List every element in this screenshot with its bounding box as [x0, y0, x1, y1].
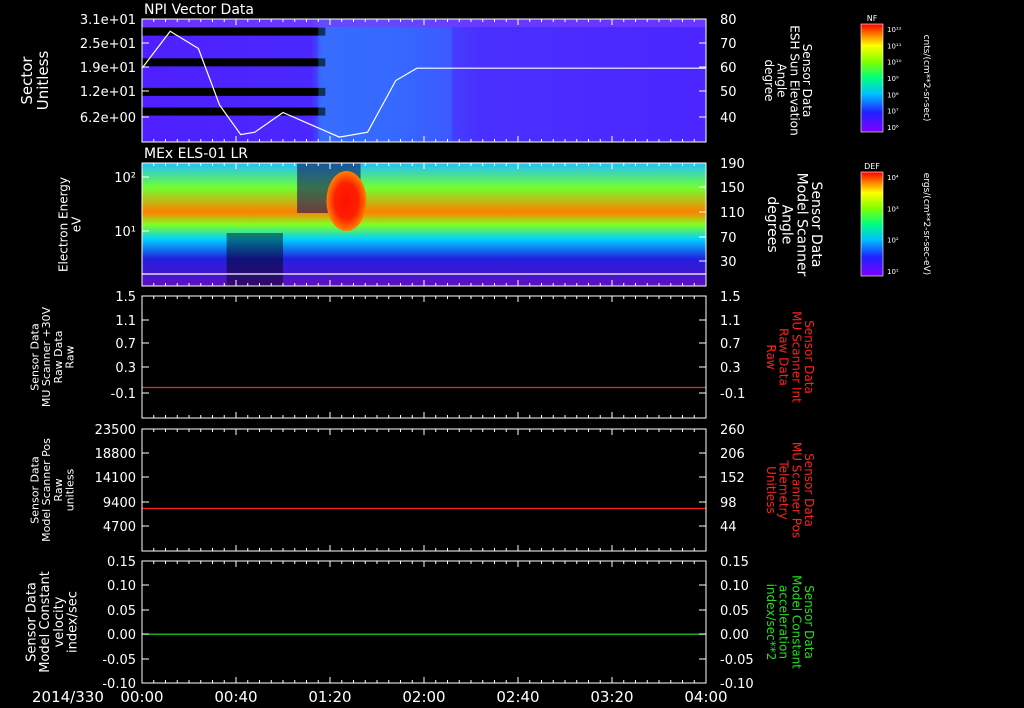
y-tick-label-left: 0.05: [107, 604, 136, 619]
panel-title: MEx ELS-01 LR: [144, 146, 248, 162]
y-tick-label-left: 1.5: [115, 290, 136, 305]
colorbar-tick-label: 10¹⁰: [887, 59, 902, 67]
y-tick-label-right: 260: [720, 423, 745, 438]
y-tick-label-right: 0.7: [720, 337, 741, 352]
heatmap-gap-band: [142, 87, 326, 96]
colorbar-tick-label: 10¹¹: [887, 42, 902, 50]
y-tick-label-left: 3.1e+01: [80, 13, 136, 28]
y-tick-label-left: 9400: [103, 496, 136, 511]
colorbar-label: NF: [867, 14, 878, 23]
y-tick-label-left: 0.3: [115, 361, 136, 376]
y-tick-label-left: 6.2e+00: [80, 111, 136, 126]
colorbar-tick-label: 10⁴: [887, 174, 899, 182]
y-tick-label-right: 110: [720, 206, 745, 221]
y-axis-label-right-line: degree: [762, 59, 776, 101]
panel-frame: [141, 560, 707, 684]
y-tick-label-left: -0.1: [111, 387, 136, 402]
heatmap-gap-band: [142, 107, 326, 116]
y-axis-label-right-line: Raw: [764, 344, 778, 369]
colorbar-tick-label: 10¹²: [887, 26, 902, 34]
y-tick-label-left: 2.5e+01: [80, 37, 136, 52]
y-axis-label-right-line: Unitless: [764, 466, 778, 514]
y-tick-label-right: 152: [720, 471, 745, 486]
y-axis-label-right-line: Angle: [779, 205, 795, 245]
y-axis-label-right-line: degrees: [764, 196, 780, 252]
y-axis-label-right-line: Model Scanner: [793, 173, 809, 277]
colorbar-tick-label: 10⁹: [887, 75, 899, 83]
colorbar: [860, 171, 884, 277]
colorbar-units: cnts/(cm**2-sr-sec): [921, 35, 931, 122]
y-tick-label-right: -0.05: [720, 653, 754, 668]
y-axis-label-right-line: Sensor Data: [808, 182, 824, 268]
date-label: 2014/330: [32, 688, 104, 706]
x-tick-label: 02:40: [496, 688, 539, 706]
y-tick-label-right: 44: [720, 520, 737, 535]
colorbar-tick-label: 10⁷: [887, 108, 899, 116]
panel-frame: [141, 295, 707, 419]
y-axis-label-left-line: Unitless: [34, 51, 52, 111]
y-tick-label-right: 60: [720, 61, 737, 76]
y-tick-label-left: 1.9e+01: [80, 61, 136, 76]
y-tick-label-right: 30: [720, 255, 737, 270]
y-axis-label-right-line: index/sec**2: [764, 584, 778, 661]
colorbar-tick-label: 10²: [887, 237, 899, 245]
y-tick-label-left: -0.05: [102, 653, 136, 668]
colorbar-tick-label: 10⁶: [887, 124, 899, 132]
y-tick-label-right: 0.15: [720, 555, 749, 570]
x-tick-label: 02:00: [402, 688, 445, 706]
heatmap-dark-patch: [226, 233, 283, 286]
y-tick-label-right: 0.10: [720, 579, 749, 594]
x-tick-label: 04:00: [684, 688, 727, 706]
panel-title: NPI Vector Data: [144, 2, 254, 18]
y-tick-label-right: 0.3: [720, 361, 741, 376]
y-axis-label-left-line: eV: [69, 216, 83, 232]
heatmap-burst: [326, 171, 367, 231]
x-tick-label: 00:40: [214, 688, 257, 706]
y-tick-label-right: 0.00: [720, 628, 749, 643]
colorbar-tick-label: 10⁸: [887, 91, 899, 99]
y-tick-label-left: 1.1: [115, 314, 136, 329]
y-tick-label-right: 1.1: [720, 314, 741, 329]
y-tick-label-right: 190: [720, 157, 745, 172]
x-tick-label: 00:00: [120, 688, 163, 706]
x-tick-label: 01:20: [308, 688, 351, 706]
panel-frame: [141, 428, 707, 552]
y-tick-label-right: 70: [720, 231, 737, 246]
colorbar-tick-label: 10³: [887, 205, 899, 213]
y-tick-label-right: 1.5: [720, 290, 741, 305]
y-tick-label-right: 0.05: [720, 604, 749, 619]
colorbar: [860, 23, 884, 133]
heatmap-gap-band: [142, 58, 326, 67]
x-tick-label: 03:20: [590, 688, 633, 706]
y-tick-label-right: 50: [720, 85, 737, 100]
y-tick-label-left: 14100: [95, 471, 136, 486]
y-axis-label-left-line: unitless: [63, 468, 76, 511]
y-tick-label-left: 10¹: [114, 225, 136, 240]
y-axis-label-left-line: index/sec: [65, 591, 80, 653]
y-tick-label-right: -0.1: [720, 387, 745, 402]
y-tick-label-right: 80: [720, 13, 737, 28]
y-tick-label-right: 98: [720, 496, 737, 511]
y-tick-label-left: 0.10: [107, 579, 136, 594]
y-tick-label-right: 206: [720, 447, 745, 462]
heatmap-bright-region: [318, 27, 453, 142]
y-tick-label-left: 23500: [95, 423, 136, 438]
y-tick-label-left: 0.00: [107, 628, 136, 643]
y-tick-label-right: 70: [720, 37, 737, 52]
chart-canvas: 3.1e+01 2.5e+01 1.9e+01 1.2e+01 6.2e+00 80 70 6…: [18, 2, 931, 706]
colorbar-label: DEF: [864, 162, 880, 171]
y-tick-label-left: 0.15: [107, 555, 136, 570]
colorbar-tick-label: 10¹: [887, 268, 899, 276]
y-tick-label-left: 0.7: [115, 337, 136, 352]
y-tick-label-left: 10²: [114, 171, 136, 186]
y-axis-label-left-line: Raw: [63, 345, 76, 368]
colorbar-units: ergs/(cm**2-sr-sec-eV): [921, 173, 931, 275]
y-tick-label-right: 40: [720, 111, 737, 126]
y-tick-label-left: 1.2e+01: [80, 85, 136, 100]
y-tick-label-right: 150: [720, 181, 745, 196]
y-tick-label-left: 4700: [103, 520, 136, 535]
y-tick-label-left: 18800: [95, 447, 136, 462]
